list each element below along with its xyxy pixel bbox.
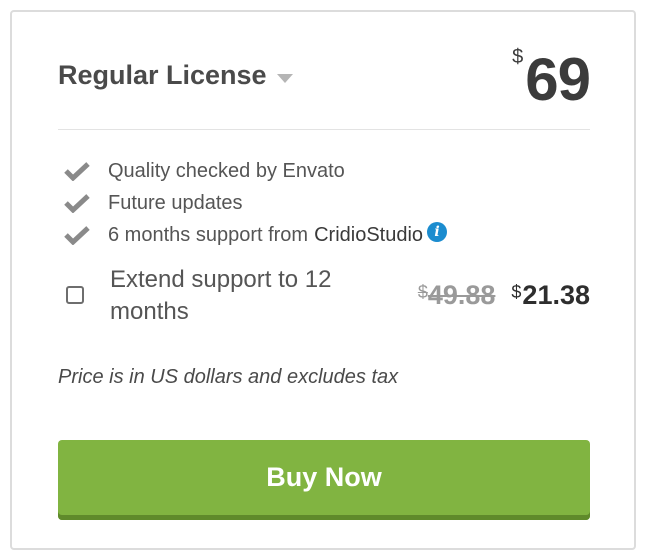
author-name[interactable]: CridioStudio (314, 224, 423, 247)
old-price-currency: $ (417, 282, 428, 302)
buy-now-button[interactable]: Buy Now (58, 440, 590, 520)
feature-text: Future updates (108, 191, 243, 214)
extend-support-row: Extend support to 12 months $ 49.88 $ 21… (64, 264, 590, 328)
price-amount: 69 (525, 46, 591, 113)
extend-support-checkbox[interactable] (66, 286, 84, 304)
new-price-value: 21.38 (522, 280, 590, 310)
feature-text: 6 months support from (108, 223, 309, 246)
check-icon (64, 162, 90, 181)
new-price-currency: $ (511, 282, 522, 302)
feature-text: Quality checked by Envato (108, 159, 345, 182)
new-price: $ 21.38 (511, 280, 590, 311)
price-note: Price is in US dollars and excludes tax (58, 366, 399, 388)
extend-support-label[interactable]: Extend support to 12 months (110, 264, 380, 328)
check-icon (64, 194, 90, 213)
feature-item: Quality checked by Envato (64, 155, 447, 187)
license-price: $ 69 (512, 44, 591, 116)
divider (58, 129, 590, 130)
caret-down-icon[interactable] (276, 74, 293, 83)
feature-list: Quality checked by Envato Future updates… (64, 155, 448, 251)
license-title: Regular License (58, 60, 267, 90)
license-card: Regular License $ 69 Quality checked by … (10, 10, 636, 550)
price-currency: $ (512, 46, 524, 68)
feature-item: Future updates (64, 187, 447, 219)
old-price: $ 49.88 (418, 280, 496, 311)
extend-support-prices: $ 49.88 $ 21.38 (418, 280, 590, 311)
feature-item: 6 months support from CridioStudio i (64, 219, 448, 251)
old-price-value: 49.88 (427, 280, 496, 310)
check-icon (64, 226, 90, 245)
license-selector[interactable]: Regular License (58, 60, 293, 91)
info-icon[interactable]: i (427, 222, 448, 242)
